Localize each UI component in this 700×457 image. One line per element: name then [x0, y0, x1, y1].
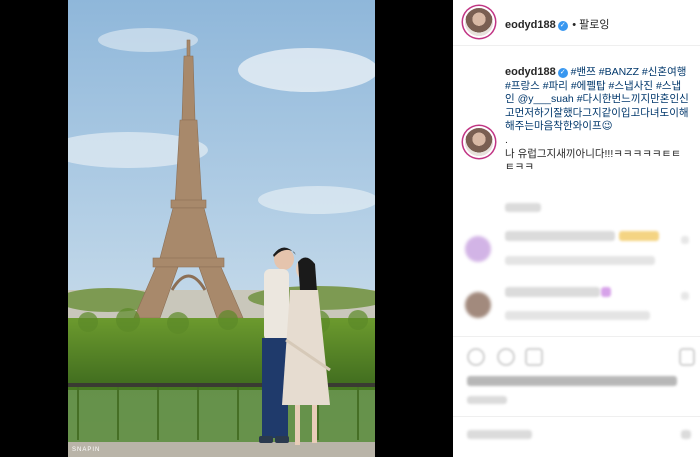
follow-button[interactable]: 팔로잉 — [579, 19, 609, 31]
photo-watermark: SNAPIN — [72, 447, 101, 453]
blurred-caption-meta — [505, 203, 541, 212]
caption-username[interactable]: eodyd188 — [505, 66, 556, 78]
verified-badge-icon: ✓ — [557, 21, 568, 31]
avatar[interactable] — [465, 8, 493, 36]
actions-divider — [453, 336, 700, 337]
bookmark-icon[interactable] — [679, 348, 695, 366]
comment-icon[interactable] — [497, 348, 515, 366]
blurred-commenter-avatar-2 — [465, 292, 491, 318]
blurred-comment — [505, 231, 615, 241]
blurred-comment-emoji-2 — [601, 287, 611, 297]
caption-dot: . — [505, 133, 508, 146]
blurred-comment-meta — [505, 256, 655, 265]
post-button[interactable] — [681, 430, 691, 439]
heart-icon[interactable] — [467, 348, 485, 366]
post-photo[interactable]: SNAPIN — [68, 0, 375, 457]
blurred-like-icon — [681, 236, 689, 244]
post-header: eodyd188 ✓ • 팔로잉 — [453, 0, 700, 46]
blurred-comment-2 — [505, 287, 600, 297]
comment-input[interactable] — [467, 430, 532, 439]
blurred-likes — [467, 376, 677, 386]
comment-divider — [453, 416, 700, 417]
blurred-like-icon-2 — [681, 292, 689, 300]
blurred-commenter-avatar — [465, 236, 491, 262]
eiffel-tower-photo — [68, 0, 375, 457]
blurred-comment-emoji — [619, 231, 659, 241]
header-username[interactable]: eodyd188 — [505, 19, 556, 31]
post-caption: eodyd188 ✓ #밴쯔 #BANZZ #신혼여행 #프랑스 #파리 #에펠탑… — [505, 66, 690, 175]
caption-avatar[interactable] — [465, 128, 493, 156]
caption-text: 나 유럽그지새끼아니다!!!ㅋㅋㅋㅋㅋㅌㅌㅌㅋㅋ — [505, 147, 681, 174]
caption-verified-badge-icon: ✓ — [557, 68, 568, 78]
header-user: eodyd188 ✓ • 팔로잉 — [505, 15, 610, 33]
blurred-comment-meta-2 — [505, 311, 650, 320]
post-side-panel: eodyd188 ✓ • 팔로잉 eodyd188 ✓ #밴쯔 #BANZZ #신혼… — [453, 0, 700, 457]
share-icon[interactable] — [525, 348, 543, 366]
blurred-date — [467, 396, 507, 404]
